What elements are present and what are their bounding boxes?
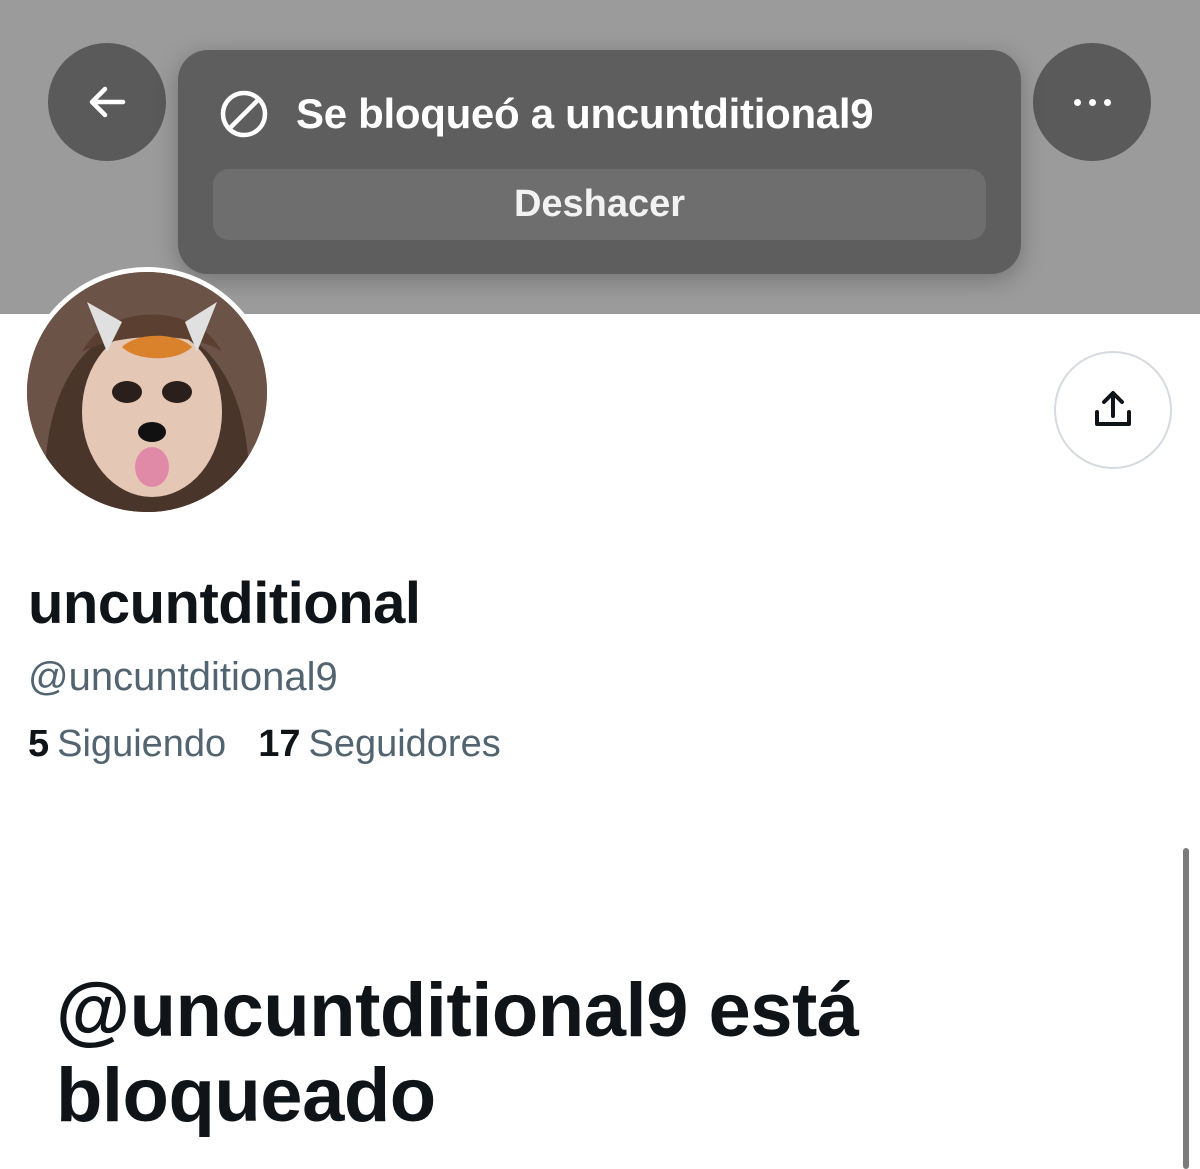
avatar[interactable] — [22, 267, 272, 517]
block-icon — [220, 90, 268, 138]
following-count: 5 — [28, 723, 50, 765]
more-options-button[interactable] — [1033, 43, 1151, 161]
toast-message: Se bloqueó a uncuntditional9 — [296, 90, 874, 137]
followers-label: Seguidores — [308, 723, 501, 765]
toast-message-row: Se bloqueó a uncuntditional9 — [218, 88, 874, 140]
follow-stats: 5 Siguiendo 17 Seguidores — [28, 723, 533, 766]
share-icon — [1095, 391, 1131, 426]
more-horizontal-icon — [1073, 98, 1111, 106]
following-link[interactable]: 5 Siguiendo — [28, 723, 226, 766]
share-button[interactable] — [1054, 351, 1172, 469]
avatar-image — [27, 272, 267, 512]
arrow-left-icon — [89, 86, 126, 118]
avatar-photo-icon — [27, 272, 267, 512]
following-label: Siguiendo — [57, 723, 227, 765]
undo-button[interactable]: Deshacer — [213, 169, 986, 240]
display-name: uncuntditional — [28, 571, 421, 636]
username-handle: @uncuntditional9 — [28, 655, 338, 699]
back-button[interactable] — [48, 43, 166, 161]
scrollbar[interactable] — [1183, 848, 1189, 1169]
blocked-notice-title: @uncuntditional9 está bloqueado — [56, 968, 859, 1139]
block-toast: Se bloqueó a uncuntditional9 Deshacer — [178, 50, 1021, 274]
followers-link[interactable]: 17 Seguidores — [258, 723, 501, 766]
followers-count: 17 — [258, 723, 301, 765]
